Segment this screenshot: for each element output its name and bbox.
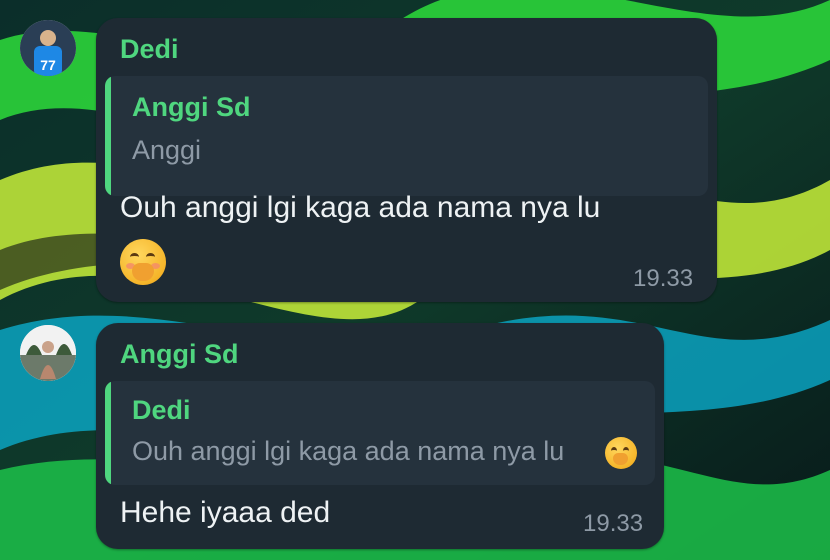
message-time: 19.33 [633, 265, 694, 292]
hand-over-mouth-emoji [120, 239, 166, 285]
reply-quote-name: Anggi Sd [132, 92, 251, 122]
hand-over-mouth-emoji [605, 437, 637, 469]
sender-name[interactable]: Dedi [120, 34, 179, 65]
sender-name[interactable]: Anggi Sd [120, 339, 238, 370]
reply-quote-text: Anggi [132, 135, 202, 165]
message-1[interactable]: 77 Dedi Anggi Sd Anggi Ouh anggi lgi kag… [0, 0, 830, 310]
reply-quote-name: Dedi [132, 395, 191, 425]
message-time: 19.33 [583, 510, 644, 537]
reply-quote-bar [105, 76, 111, 196]
message-2[interactable]: Anggi Sd Dedi Ouh anggi lgi kaga ada nam… [0, 315, 830, 560]
reply-quote[interactable]: Anggi Sd Anggi [105, 76, 708, 196]
sender-avatar[interactable] [20, 325, 76, 381]
player-avatar-icon: 77 [20, 20, 76, 76]
message-bubble[interactable]: Anggi Sd Dedi Ouh anggi lgi kaga ada nam… [96, 323, 664, 549]
message-text: Ouh anggi lgi kaga ada nama nya lu [120, 191, 601, 224]
reply-quote-text: Ouh anggi lgi kaga ada nama nya lu [132, 436, 565, 466]
sender-avatar[interactable]: 77 [20, 20, 76, 76]
message-bubble[interactable]: Dedi Anggi Sd Anggi Ouh anggi lgi kaga a… [96, 18, 717, 302]
message-text: Hehe iyaaa ded [120, 496, 331, 529]
svg-text:77: 77 [40, 57, 56, 73]
reply-quote-bar [105, 381, 111, 485]
reply-quote[interactable]: Dedi Ouh anggi lgi kaga ada nama nya lu [105, 381, 655, 485]
person-avatar-icon [20, 325, 76, 381]
